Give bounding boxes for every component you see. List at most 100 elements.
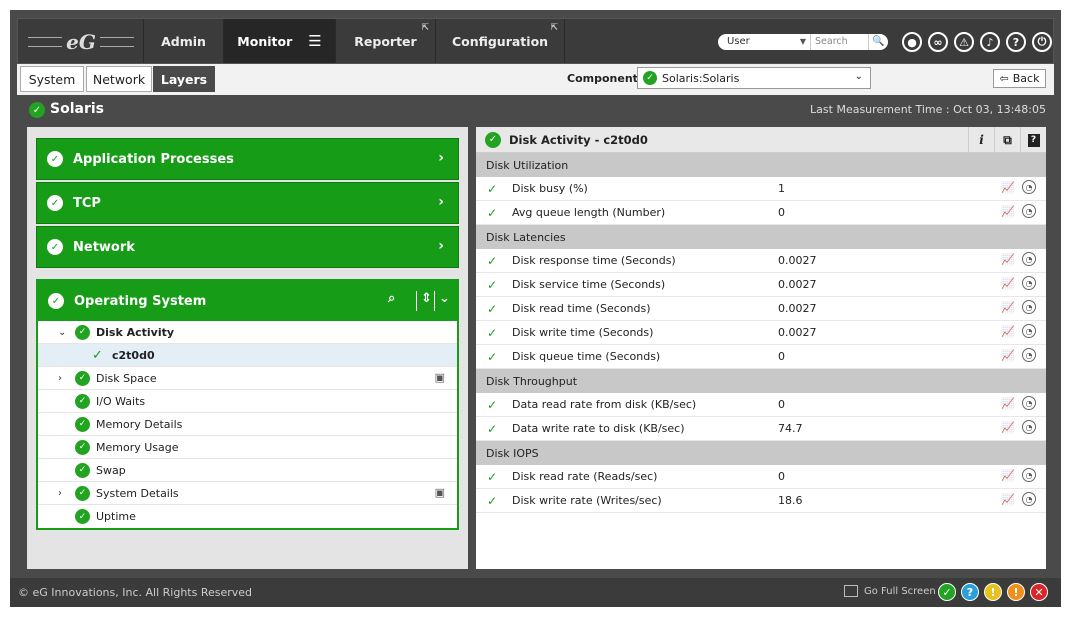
os-layer-header[interactable]: ✓ Operating System ⌕ ⇕ ⌄ <box>38 281 457 321</box>
eg-logo[interactable]: eG <box>26 25 136 59</box>
check-icon: ✓ <box>487 397 498 412</box>
measure-value: 0 <box>778 398 785 411</box>
help-icon[interactable]: ? <box>1020 127 1046 153</box>
top-nav: eG Admin Monitor ☰ Reporter ⇱ Configuratio… <box>17 18 1054 64</box>
history-icon[interactable]: ◔ <box>1022 276 1036 290</box>
table-row: ✓ Disk read time (Seconds) 0.0027 📈 ◔ <box>476 297 1046 321</box>
measure-value: 0 <box>778 206 785 219</box>
measure-value: 0 <box>778 350 785 363</box>
details-title: Disk Activity - c2t0d0 <box>509 132 648 147</box>
graph-icon[interactable]: 📈 <box>1001 349 1015 362</box>
graph-icon[interactable]: 📈 <box>1001 253 1015 266</box>
component-select[interactable]: ✓ Solaris:Solaris ⌄ <box>637 67 871 89</box>
history-icon[interactable]: ◔ <box>1022 300 1036 314</box>
graph-icon[interactable]: 📈 <box>1001 181 1015 194</box>
help-icon[interactable]: ? <box>1006 32 1026 52</box>
check-icon: ✓ <box>487 181 498 196</box>
measure-name: Disk write rate (Writes/sec) <box>512 494 662 507</box>
tree-item-memory-details[interactable]: ✓ Memory Details <box>38 413 457 436</box>
history-icon[interactable]: ◔ <box>1022 324 1036 338</box>
measure-name: Disk busy (%) <box>512 182 588 195</box>
chevron-right-icon[interactable]: › <box>58 488 62 499</box>
tab-layers[interactable]: Layers <box>153 66 215 92</box>
status-unknown-icon[interactable]: ? <box>961 583 979 601</box>
graph-icon[interactable]: 📈 <box>1001 325 1015 338</box>
search-input[interactable]: Search <box>810 34 868 50</box>
title-row: ✓ Solaris Last Measurement Time : Oct 03… <box>17 95 1054 125</box>
measure-value: 0.0027 <box>778 326 817 339</box>
layer-network[interactable]: ✓ Network › <box>36 226 459 268</box>
search-icon[interactable]: ⌕ <box>388 291 395 306</box>
chevron-right-icon[interactable]: › <box>58 373 62 384</box>
history-icon[interactable]: ◔ <box>1022 420 1036 434</box>
graph-icon[interactable]: 📈 <box>1001 493 1015 506</box>
chevron-down-icon: ⌄ <box>854 71 863 82</box>
tree-item-io-waits[interactable]: ✓ I/O Waits <box>38 390 457 413</box>
config-icon[interactable]: ▣ <box>435 486 445 499</box>
graph-icon[interactable]: 📈 <box>1001 397 1015 410</box>
tree-item-memory-usage[interactable]: ✓ Memory Usage <box>38 436 457 459</box>
tree-item-disk-activity[interactable]: ⌄ ✓ Disk Activity <box>38 321 457 344</box>
nav-tab-configuration[interactable]: Configuration ⇱ <box>435 19 565 63</box>
graph-icon[interactable]: 📈 <box>1001 421 1015 434</box>
layer-operating-system: ✓ Operating System ⌕ ⇕ ⌄ ⌄ ✓ Disk Activi… <box>36 279 459 530</box>
history-icon[interactable]: ◔ <box>1022 396 1036 410</box>
fullscreen-icon <box>844 585 858 597</box>
check-icon: ✓ <box>487 277 498 292</box>
history-icon[interactable]: ◔ <box>1022 492 1036 506</box>
history-icon[interactable]: ◔ <box>1022 180 1036 194</box>
ok-status-icon: ✓ <box>47 239 63 255</box>
tree-item-c2t0d0[interactable]: ✓ c2t0d0 <box>38 344 457 367</box>
check-icon: ✓ <box>92 347 103 363</box>
nav-tab-monitor[interactable]: Monitor ☰ <box>223 19 335 63</box>
status-minor-icon[interactable]: ! <box>984 583 1002 601</box>
user-icon[interactable]: ● <box>902 32 922 52</box>
graph-icon[interactable]: 📈 <box>1001 469 1015 482</box>
config-icon[interactable]: ▣ <box>435 371 445 384</box>
table-row: ✓ Data write rate to disk (KB/sec) 74.7 📈 ◔ <box>476 417 1046 441</box>
graph-icon[interactable]: 📈 <box>1001 205 1015 218</box>
nav-tab-reporter[interactable]: Reporter ⇱ <box>335 19 435 63</box>
status-ok-icon[interactable]: ✓ <box>938 583 956 601</box>
info-icon[interactable]: i <box>968 127 994 153</box>
history-icon[interactable]: ◔ <box>1022 468 1036 482</box>
nav-tab-admin[interactable]: Admin <box>143 19 223 63</box>
tab-system[interactable]: System <box>20 66 84 92</box>
detach-icon[interactable]: ⧉ <box>994 127 1020 153</box>
tab-network[interactable]: Network <box>86 66 152 92</box>
chevron-down-icon[interactable]: ⌄ <box>58 327 66 338</box>
link-icon[interactable]: ∞ <box>928 32 948 52</box>
chevron-down-icon[interactable]: ⌄ <box>434 291 450 311</box>
group-header: Disk Throughput <box>476 369 1046 393</box>
tree-item-uptime[interactable]: ✓ Uptime <box>38 505 457 528</box>
tree-item-disk-space[interactable]: › ✓ Disk Space ▣ <box>38 367 457 390</box>
layers-panel: ✓ Application Processes › ✓ TCP › ✓ Netw… <box>27 127 468 569</box>
menu-icon[interactable]: ☰ <box>308 32 321 50</box>
measure-name: Disk service time (Seconds) <box>512 278 666 291</box>
tree-item-system-details[interactable]: › ✓ System Details ▣ <box>38 482 457 505</box>
tree-item-swap[interactable]: ✓ Swap <box>38 459 457 482</box>
status-critical-icon[interactable]: ✕ <box>1030 583 1048 601</box>
history-icon[interactable]: ◔ <box>1022 252 1036 266</box>
user-select[interactable]: User ▼ <box>718 34 810 50</box>
history-icon[interactable]: ◔ <box>1022 204 1036 218</box>
search-icon[interactable]: 🔍 <box>868 34 888 50</box>
graph-icon[interactable]: 📈 <box>1001 277 1015 290</box>
back-button[interactable]: ⇦ Back <box>993 69 1046 88</box>
table-row: ✓ Data read rate from disk (KB/sec) 0 📈 ◔ <box>476 393 1046 417</box>
status-major-icon[interactable]: ! <box>1007 583 1025 601</box>
collapse-all-icon[interactable]: ⇕ <box>416 291 432 311</box>
alert-icon[interactable]: ⚠ <box>954 32 974 52</box>
history-icon[interactable]: ◔ <box>1022 348 1036 362</box>
fullscreen-button[interactable]: Go Full Screen <box>844 585 936 597</box>
table-row: ✓ Disk response time (Seconds) 0.0027 📈 ◔ <box>476 249 1046 273</box>
layer-application-processes[interactable]: ✓ Application Processes › <box>36 138 459 180</box>
power-icon[interactable]: ⏻ <box>1032 32 1052 52</box>
copyright: © eG Innovations, Inc. All Rights Reserv… <box>18 586 253 599</box>
table-row: ✓ Disk busy (%) 1 📈 ◔ <box>476 177 1046 201</box>
layer-tcp[interactable]: ✓ TCP › <box>36 182 459 224</box>
group-header: Disk Latencies <box>476 225 1046 249</box>
check-icon: ✓ <box>487 469 498 484</box>
graph-icon[interactable]: 📈 <box>1001 301 1015 314</box>
bell-icon[interactable]: ♪ <box>980 32 1000 52</box>
